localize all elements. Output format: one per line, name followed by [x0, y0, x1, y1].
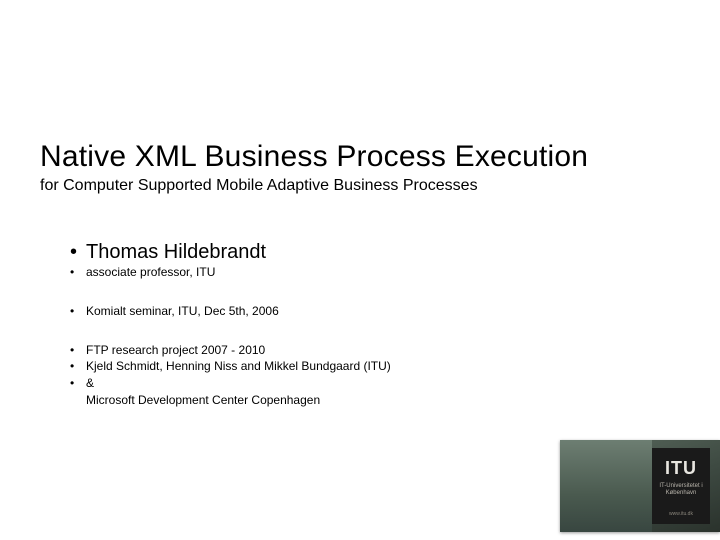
details-group: • FTP research project 2007 - 2010 • Kje… — [70, 342, 660, 409]
people-text: Kjeld Schmidt, Henning Niss and Mikkel B… — [86, 358, 391, 375]
project-text: FTP research project 2007 - 2010 — [86, 342, 265, 359]
author-group: • Thomas Hildebrandt • associate profess… — [70, 240, 660, 281]
author-role-row: • associate professor, ITU — [70, 264, 660, 281]
itu-logo-sub2: www.itu.dk — [669, 511, 693, 517]
slide-title: Native XML Business Process Execution — [40, 140, 680, 175]
event-group: • Komialt seminar, ITU, Dec 5th, 2006 — [70, 303, 660, 320]
slide: Native XML Business Process Execution fo… — [0, 0, 720, 540]
itu-logo-label: ITU — [665, 458, 697, 479]
author-role: associate professor, ITU — [86, 264, 215, 281]
bullet-icon: • — [70, 375, 80, 392]
bullet-icon: • — [70, 358, 80, 375]
content-block: • Thomas Hildebrandt • associate profess… — [70, 240, 660, 431]
slide-subtitle: for Computer Supported Mobile Adaptive B… — [40, 177, 680, 195]
bullet-icon: • — [70, 303, 80, 320]
amp-row: • & — [70, 375, 660, 392]
title-block: Native XML Business Process Execution fo… — [40, 140, 680, 195]
itu-sign: ITU IT-Universitetet i København www.itu… — [652, 448, 710, 524]
people-row: • Kjeld Schmidt, Henning Niss and Mikkel… — [70, 358, 660, 375]
bullet-icon: • — [70, 240, 80, 264]
amp-text: & — [86, 375, 94, 392]
project-row: • FTP research project 2007 - 2010 — [70, 342, 660, 359]
org-row: Microsoft Development Center Copenhagen — [70, 392, 660, 409]
event-row: • Komialt seminar, ITU, Dec 5th, 2006 — [70, 303, 660, 320]
itu-photo: ITU IT-Universitetet i København www.itu… — [560, 440, 720, 532]
bullet-icon: • — [70, 264, 80, 281]
org-text: Microsoft Development Center Copenhagen — [86, 393, 320, 407]
photo-building — [560, 440, 652, 532]
bullet-icon: • — [70, 342, 80, 359]
author-row: • Thomas Hildebrandt — [70, 240, 660, 264]
event-text: Komialt seminar, ITU, Dec 5th, 2006 — [86, 303, 279, 320]
author-name: Thomas Hildebrandt — [86, 240, 266, 264]
itu-logo-sub1: IT-Universitetet i København — [652, 483, 710, 497]
